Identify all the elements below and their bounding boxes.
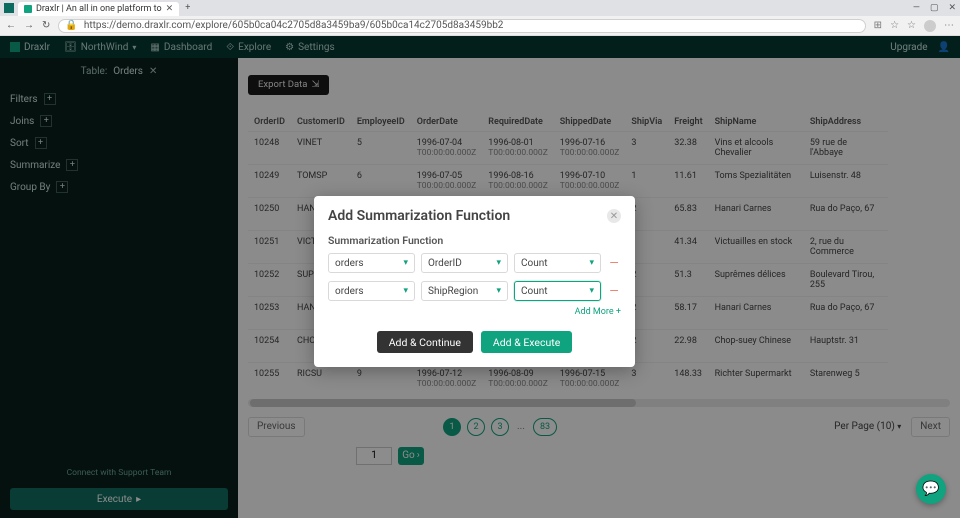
- chevron-down-icon: ▾: [589, 286, 594, 296]
- remove-row-button[interactable]: —: [607, 253, 621, 273]
- chevron-down-icon: ▾: [496, 258, 501, 268]
- profile-avatar-icon[interactable]: [924, 20, 936, 32]
- url-input[interactable]: 🔒 https://demo.draxlr.com/explore/605b0c…: [58, 19, 865, 33]
- chat-icon: 💬: [922, 481, 939, 497]
- extensions-icon[interactable]: ☆: [907, 20, 916, 31]
- window-maximize-icon[interactable]: ▢: [930, 3, 939, 13]
- tab-title: Draxlr | An all in one platform to: [36, 4, 162, 14]
- browser-titlebar: Draxlr | An all in one platform to ✕ + —…: [0, 0, 960, 16]
- chevron-down-icon: ▾: [403, 258, 408, 268]
- table-select[interactable]: orders▾: [328, 253, 415, 273]
- app-icon: [4, 3, 14, 13]
- add-more-button[interactable]: Add More +: [328, 307, 621, 317]
- function-select[interactable]: Count▾: [514, 281, 601, 301]
- nav-reload-icon[interactable]: ↻: [42, 20, 50, 31]
- modal-close-button[interactable]: ✕: [607, 209, 621, 223]
- function-select[interactable]: Count▾: [514, 253, 601, 273]
- chevron-down-icon: ▾: [496, 286, 501, 296]
- column-select[interactable]: OrderID▾: [421, 253, 508, 273]
- tab-favicon: [24, 5, 32, 13]
- summarize-row: orders▾ ShipRegion▾ Count▾ —: [328, 281, 621, 301]
- favorite-icon[interactable]: ☆: [890, 20, 899, 31]
- chat-fab-button[interactable]: 💬: [916, 474, 946, 504]
- summarization-modal: Add Summarization Function ✕ Summarizati…: [314, 196, 635, 367]
- tab-close-icon[interactable]: ✕: [166, 4, 174, 14]
- chevron-down-icon: ▾: [403, 286, 408, 296]
- window-close-icon[interactable]: ✕: [948, 3, 956, 13]
- modal-title: Add Summarization Function: [328, 208, 607, 224]
- table-select[interactable]: orders▾: [328, 281, 415, 301]
- url-text: https://demo.draxlr.com/explore/605b0ca0…: [84, 20, 504, 31]
- browser-menu-icon[interactable]: ⋯: [944, 20, 954, 31]
- browser-address-bar: ← → ↻ 🔒 https://demo.draxlr.com/explore/…: [0, 16, 960, 36]
- column-select[interactable]: ShipRegion▾: [421, 281, 508, 301]
- nav-back-icon[interactable]: ←: [6, 20, 16, 31]
- plus-icon: +: [616, 307, 621, 317]
- window-minimize-icon[interactable]: —: [913, 3, 920, 13]
- browser-tab[interactable]: Draxlr | An all in one platform to ✕: [18, 2, 179, 16]
- add-execute-button[interactable]: Add & Execute: [481, 331, 572, 353]
- nav-forward-icon[interactable]: →: [24, 20, 34, 31]
- new-tab-button[interactable]: +: [185, 3, 190, 13]
- add-continue-button[interactable]: Add & Continue: [377, 331, 473, 353]
- summarize-row: orders▾ OrderID▾ Count▾ —: [328, 253, 621, 273]
- modal-section-label: Summarization Function: [328, 234, 621, 247]
- chevron-down-icon: ▾: [589, 258, 594, 268]
- reader-icon[interactable]: ⊞: [874, 20, 882, 31]
- remove-row-button[interactable]: —: [607, 281, 621, 301]
- lock-icon: 🔒: [65, 20, 77, 31]
